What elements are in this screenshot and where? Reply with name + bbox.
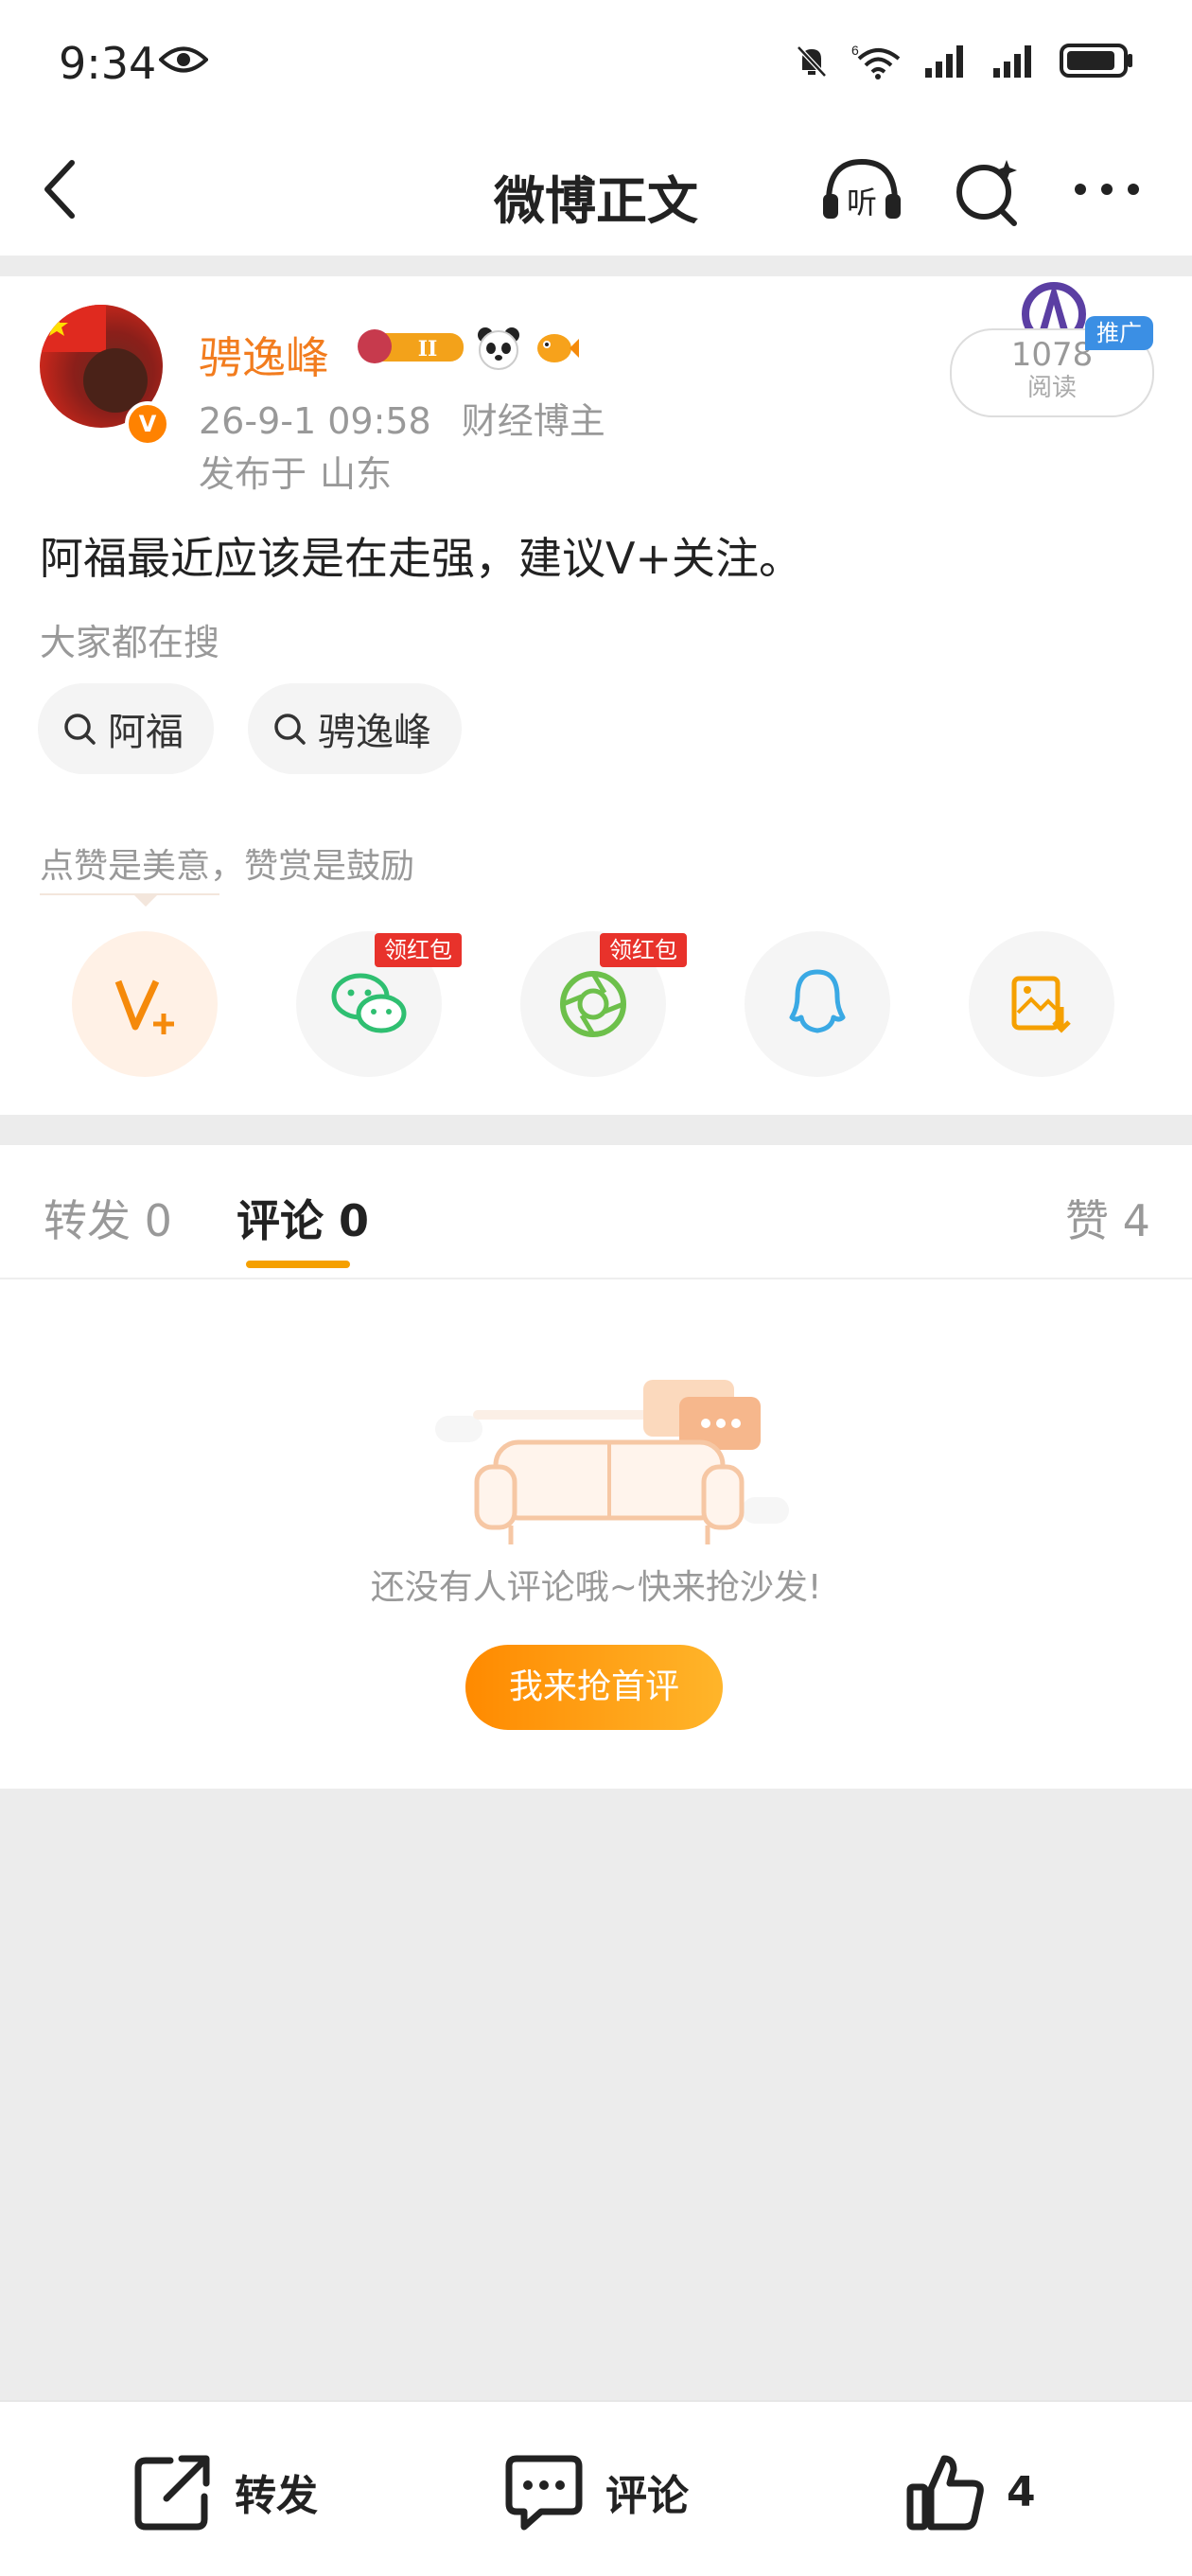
post-card: V 骋逸峰 II 26-9-1 09:58 财经博主 发布于 山东 1078 阅读 … bbox=[0, 276, 1192, 1115]
top-header: 9:34 6 微博正文 听 bbox=[0, 0, 1192, 256]
qq-icon bbox=[789, 969, 846, 1033]
first-comment-button[interactable]: 我来抢首评 bbox=[465, 1645, 723, 1730]
read-count-label: 阅读 bbox=[1026, 374, 1077, 402]
like-button[interactable]: 4 bbox=[904, 2451, 1036, 2532]
comment-button[interactable]: 评论 bbox=[503, 2451, 689, 2532]
username[interactable]: 骋逸峰 bbox=[199, 324, 329, 386]
promo-tag[interactable]: 推广 bbox=[1085, 316, 1153, 350]
post-meta: 26-9-1 09:58 财经博主 bbox=[199, 392, 605, 444]
like-count: 4 bbox=[1007, 2467, 1036, 2516]
tab-comment[interactable]: 评论 0 bbox=[237, 1187, 369, 1249]
repost-label: 转发 bbox=[235, 2472, 318, 2520]
repost-button[interactable]: 转发 bbox=[132, 2451, 318, 2532]
divider bbox=[40, 893, 219, 895]
hot-search-label: 大家都在搜 bbox=[40, 622, 220, 663]
empty-text: 还没有人评论哦~快来抢沙发! bbox=[370, 1568, 822, 1607]
status-time: 9:34 bbox=[59, 38, 157, 89]
post-location: 发布于 山东 bbox=[199, 445, 392, 497]
hot-search-chip[interactable]: 骋逸峰 bbox=[248, 683, 462, 774]
repost-icon bbox=[134, 2455, 210, 2531]
location-value: 山东 bbox=[320, 453, 393, 495]
save-image-button[interactable] bbox=[969, 931, 1114, 1077]
search-icon bbox=[64, 714, 96, 745]
fish-icon bbox=[537, 334, 579, 362]
comment-label: 评论 bbox=[605, 2472, 689, 2520]
eye-icon bbox=[159, 46, 208, 73]
signal-icon-2 bbox=[993, 45, 1031, 78]
hot-search-text: 阿福 bbox=[108, 711, 184, 754]
vplus-icon bbox=[114, 979, 174, 1034]
empty-comments: 还没有人评论哦~快来抢沙发! 我来抢首评 bbox=[0, 1279, 1192, 1789]
comment-icon bbox=[505, 2455, 583, 2531]
wifi-icon: 6 bbox=[851, 43, 901, 79]
location-prefix: 发布于 bbox=[199, 453, 307, 495]
post-time: 26-9-1 09:58 bbox=[199, 400, 431, 442]
reward-tip: 点赞是美意，赞赏是鼓励 bbox=[40, 847, 415, 886]
network-label: 6 bbox=[851, 43, 859, 58]
hot-search-chip[interactable]: 阿福 bbox=[38, 683, 214, 774]
hot-search-text: 骋逸峰 bbox=[318, 711, 431, 754]
save-image-icon bbox=[1011, 976, 1071, 1033]
author-role: 财经博主 bbox=[461, 400, 605, 442]
mute-bell-icon bbox=[797, 45, 827, 78]
listen-icon[interactable]: 听 bbox=[819, 156, 904, 222]
signal-icon-1 bbox=[925, 45, 963, 78]
red-packet-tag: 领红包 bbox=[600, 933, 687, 967]
level-badge-label: II bbox=[418, 337, 438, 362]
status-icons: 6 bbox=[793, 42, 1135, 79]
search-icon bbox=[274, 714, 306, 745]
share-vplus-button[interactable] bbox=[72, 931, 218, 1077]
tab-repost[interactable]: 转发 0 bbox=[44, 1187, 172, 1249]
post-content: 阿福最近应该是在走强，建议V+关注。 bbox=[40, 533, 803, 584]
tip-arrow bbox=[132, 893, 159, 907]
wechat-icon bbox=[331, 973, 407, 1033]
verified-badge: V bbox=[125, 401, 170, 447]
level-badge-icon: II bbox=[358, 329, 464, 363]
tab-like[interactable]: 赞 4 bbox=[1065, 1187, 1150, 1249]
bottom-action-bar: 转发 评论 4 bbox=[0, 2400, 1192, 2576]
thumbs-up-icon bbox=[906, 2455, 984, 2531]
tab-indicator bbox=[246, 1261, 350, 1268]
battery-icon bbox=[1060, 44, 1132, 78]
share-qq-button[interactable] bbox=[745, 931, 890, 1077]
promo-logo-icon bbox=[1022, 282, 1086, 333]
comment-tabs: 转发 0 评论 0 赞 4 bbox=[0, 1145, 1192, 1279]
more-icon[interactable] bbox=[1069, 166, 1145, 213]
moments-icon bbox=[560, 971, 626, 1037]
sofa-illustration bbox=[435, 1380, 789, 1544]
listen-label: 听 bbox=[847, 185, 877, 221]
red-packet-tag: 领红包 bbox=[375, 933, 462, 967]
panda-icon bbox=[478, 327, 519, 370]
search-icon[interactable] bbox=[952, 156, 1024, 228]
